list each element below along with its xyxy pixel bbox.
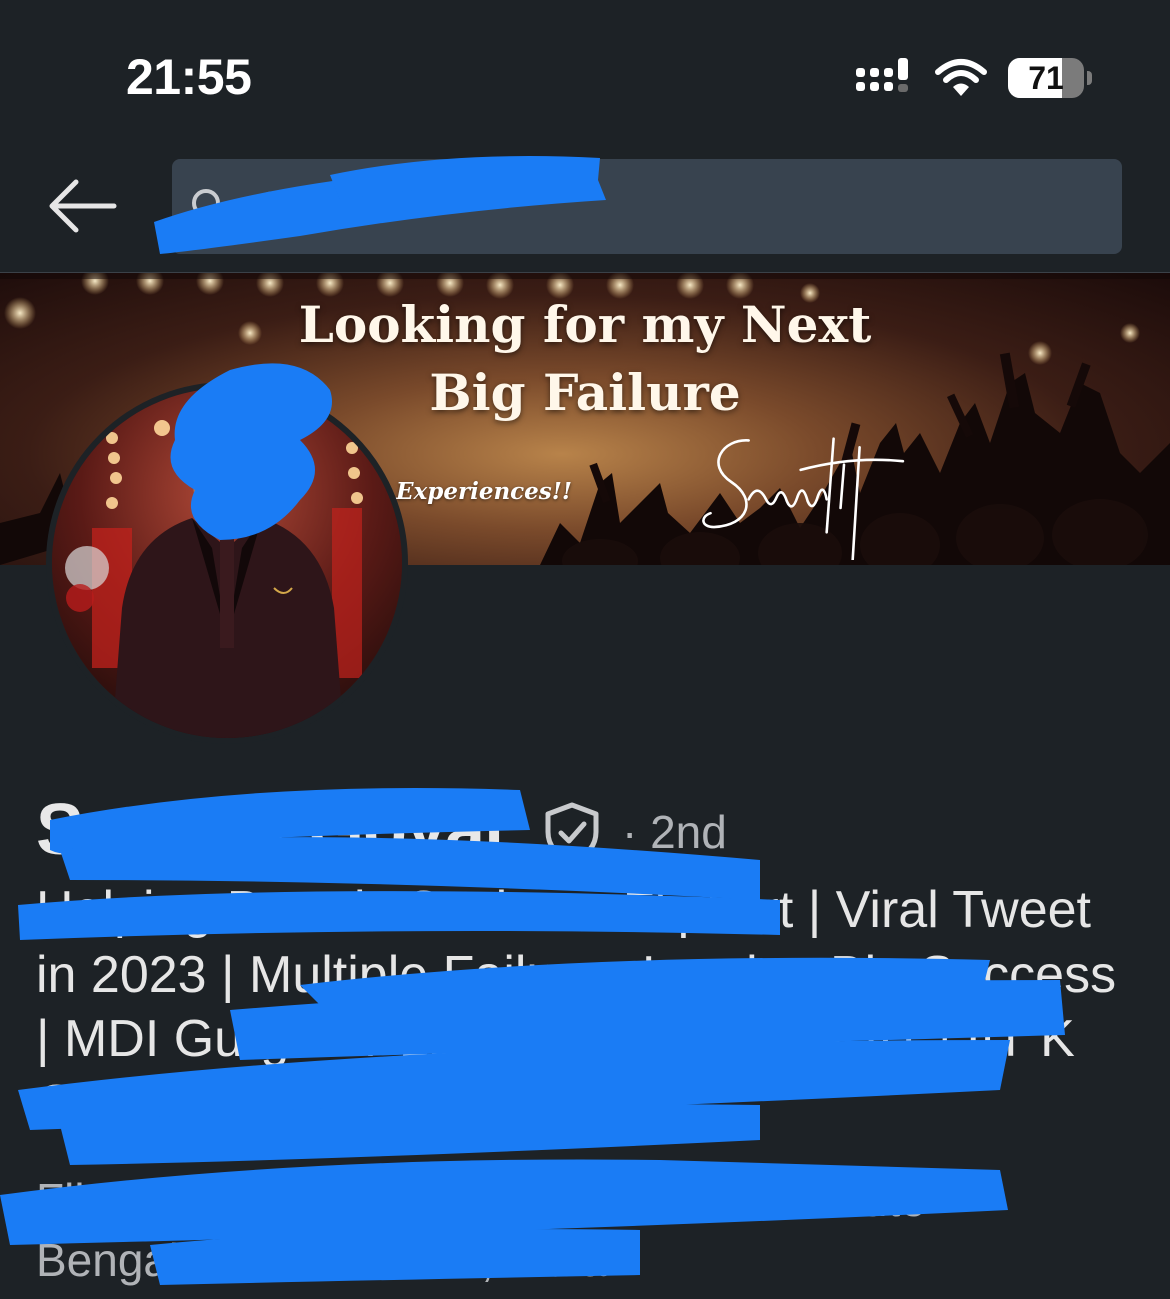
profile-name-row: Sanchit Goyal · 2nd: [36, 790, 1136, 870]
signal-icon: [856, 58, 908, 92]
search-query-text: S: [258, 183, 288, 232]
banner-title: Looking for my Next Big Failure: [210, 291, 960, 427]
connection-degree: · 2nd: [622, 806, 727, 858]
profile-education: Flipkart Management Development Institut…: [36, 1174, 926, 1226]
status-time: 21:55: [126, 49, 252, 105]
banner-tagline: Experiences!!: [396, 478, 572, 505]
top-nav-bar: S: [0, 140, 1170, 273]
profile-avatar[interactable]: [46, 382, 408, 744]
arrow-left-icon[interactable]: [44, 174, 120, 238]
profile-name: Sanchit Goyal: [36, 790, 504, 870]
avatar-photo: [52, 388, 402, 738]
wifi-icon: [935, 59, 987, 96]
battery-icon: 71: [1008, 58, 1092, 98]
battery-percent: 71: [1028, 60, 1064, 96]
profile-location: Bengaluru, Karnataka, India: [36, 1234, 607, 1286]
profile-details: Flipkart Management Development Institut…: [36, 1170, 1136, 1290]
banner-title-line-1: Looking for my Next: [298, 295, 872, 354]
linkedin-profile-screen: 21:55 71 S Looking for my Next Big Failu…: [0, 0, 1170, 1299]
search-input[interactable]: S: [172, 159, 1122, 254]
banner-signature: [702, 437, 905, 560]
profile-headline: Helping Brands Scale on Flipkart | Viral…: [36, 881, 1117, 1133]
status-bar: 21:55 71: [0, 0, 1170, 140]
search-icon: [192, 189, 228, 225]
verified-shield-icon[interactable]: [544, 802, 600, 864]
